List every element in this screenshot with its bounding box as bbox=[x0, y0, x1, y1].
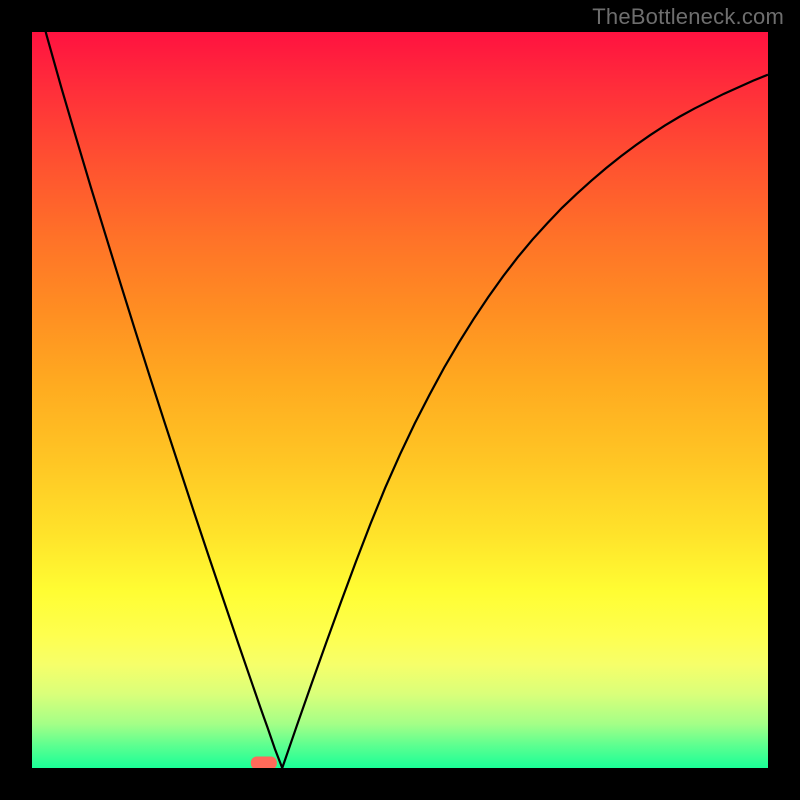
plot-svg bbox=[32, 32, 768, 768]
optimal-point-marker bbox=[251, 757, 277, 769]
watermark-text: TheBottleneck.com bbox=[592, 4, 784, 30]
bottleneck-plot bbox=[32, 32, 768, 768]
bottleneck-curve bbox=[32, 32, 768, 768]
